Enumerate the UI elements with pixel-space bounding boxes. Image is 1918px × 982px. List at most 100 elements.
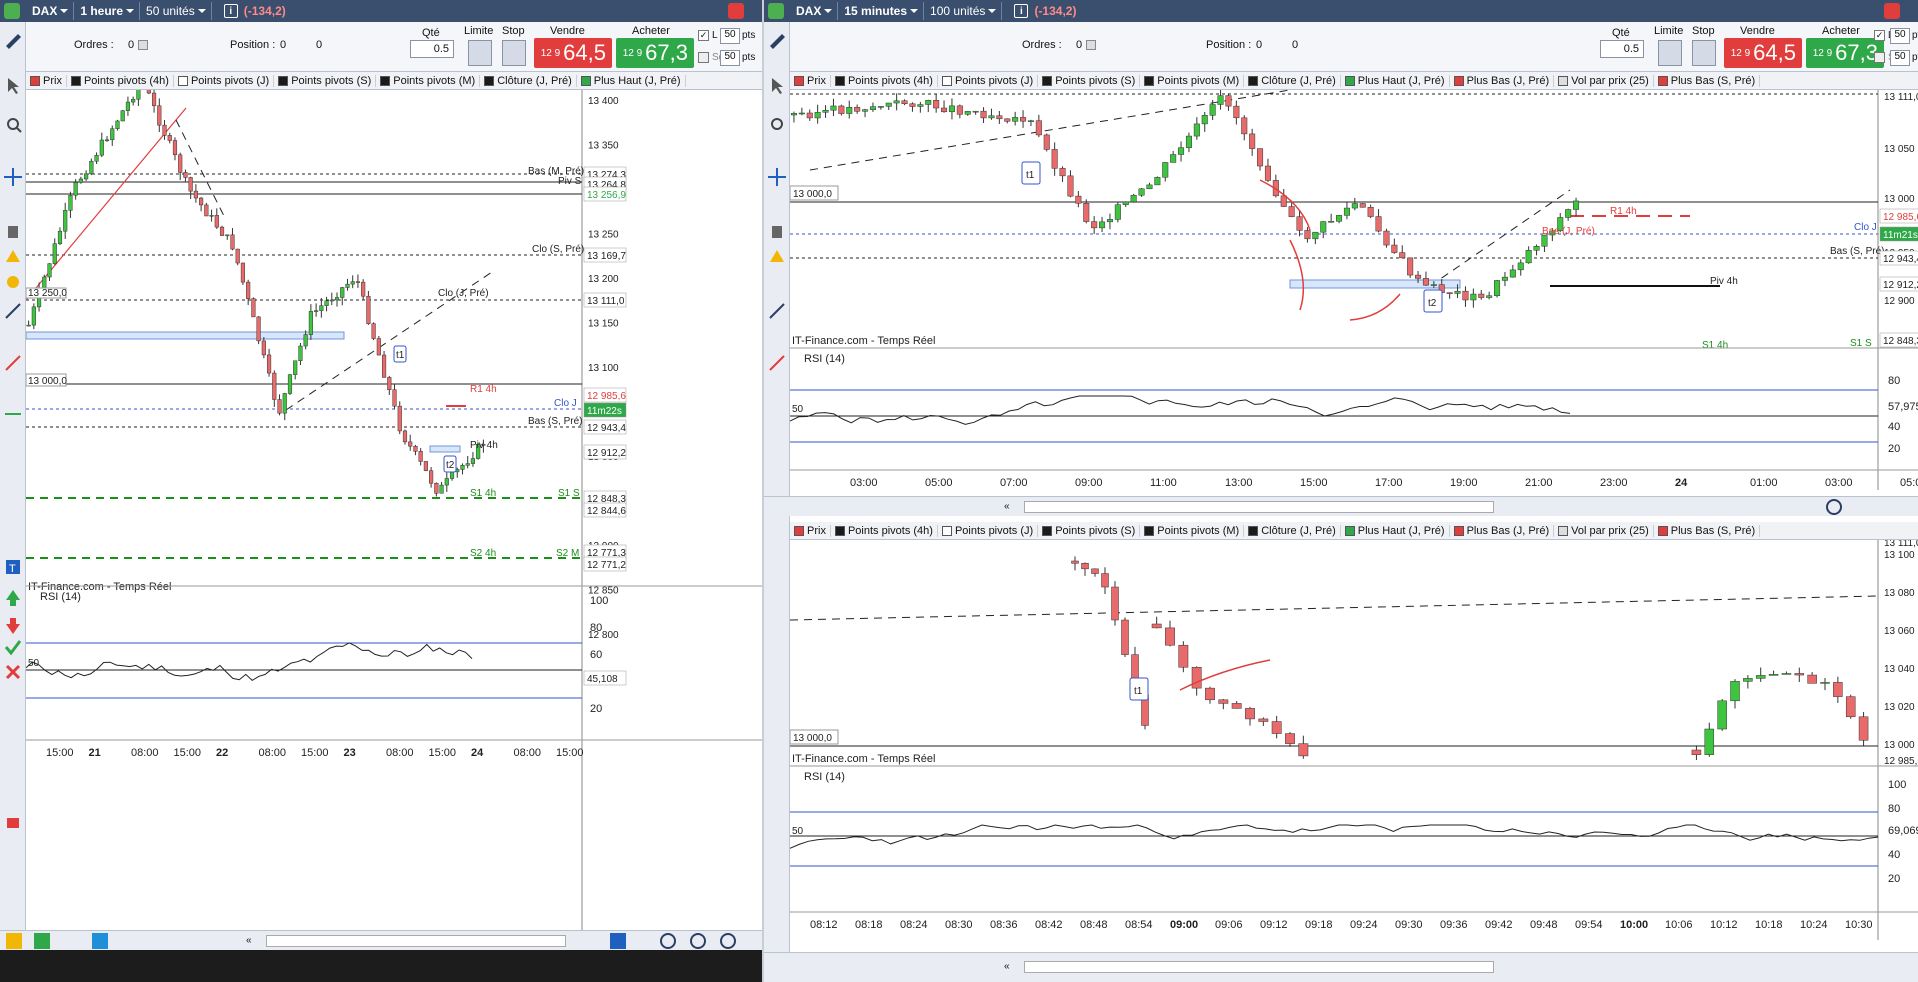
right-indicator-item[interactable]: Plus Haut (J, Pré) [1341, 524, 1450, 537]
right-pencil-icon[interactable] [770, 34, 785, 49]
indicator-color-icon [70, 75, 81, 86]
sg-checkbox[interactable] [698, 52, 709, 63]
right-indicator-item[interactable]: Plus Bas (J, Pré) [1450, 524, 1555, 537]
magnet-icon[interactable] [7, 818, 19, 828]
check-icon[interactable] [4, 640, 22, 656]
left-zoom-out-icon[interactable] [690, 933, 706, 949]
sell-button[interactable]: 12 9 64,5 [534, 38, 612, 68]
right-time-tick: 13:00 [1225, 477, 1253, 489]
right-indicator-item[interactable]: Clôture (J, Pré) [1244, 74, 1341, 87]
move-icon[interactable] [4, 168, 22, 186]
left-indicator-item[interactable]: Prix [26, 74, 67, 87]
right-lower-scroll-left-icon[interactable]: « [1004, 961, 1010, 972]
right-indicator-item[interactable]: Plus Bas (J, Pré) [1450, 74, 1555, 87]
left-price-chart[interactable]: 13 40013 35013 30013 25013 20013 15013 1… [26, 90, 762, 960]
right-red-line-tool-icon[interactable] [769, 355, 785, 371]
right-sg-pts-input[interactable]: 50 [1890, 50, 1910, 66]
right-indicator-item[interactable]: Points pivots (J) [938, 74, 1039, 87]
right-instrument-select[interactable]: DAX [790, 2, 839, 20]
right-upper-price-chart[interactable]: 13 111,013 05013 00012 95012 900R1 4hBas… [790, 90, 1918, 500]
right-indicator-item[interactable]: Points pivots (4h) [831, 524, 938, 537]
orders-icon[interactable] [138, 40, 148, 51]
right-indicator-item[interactable]: Points pivots (S) [1038, 524, 1141, 537]
left-indicator-item[interactable]: Plus Haut (J, Pré) [577, 74, 686, 87]
scroll-left-icon[interactable]: « [246, 935, 252, 946]
left-indicator-item[interactable]: Clôture (J, Pré) [480, 74, 577, 87]
right-indicator-item[interactable]: Points pivots (4h) [831, 74, 938, 87]
l-pts-input[interactable]: 50 [720, 28, 740, 44]
right-zoom-in-icon[interactable] [1826, 499, 1842, 515]
right-indicator-item[interactable]: Vol par prix (25) [1554, 74, 1654, 87]
right-trash-icon[interactable] [772, 226, 782, 238]
right-timeframe-select[interactable]: 15 minutes [838, 2, 925, 20]
right-indicator-item[interactable]: Plus Bas (S, Pré) [1654, 74, 1761, 87]
left-indicator-item[interactable]: Points pivots (J) [174, 74, 275, 87]
right-indicator-item[interactable]: Points pivots (J) [938, 524, 1039, 537]
right-buy-button[interactable]: 12 9 67,3 [1806, 38, 1884, 68]
line-tool-icon[interactable] [5, 303, 21, 319]
text-tool-icon[interactable]: T [6, 560, 20, 575]
info-icon[interactable]: i [223, 4, 238, 18]
right-indicator-item[interactable]: Plus Bas (S, Pré) [1654, 524, 1761, 537]
right-cursor-icon[interactable] [772, 78, 783, 94]
left-time-scrollbar[interactable] [266, 935, 566, 947]
right-orders-icon[interactable] [1086, 40, 1096, 51]
qty-input[interactable]: 0.5 [410, 40, 454, 58]
cross-icon[interactable] [5, 664, 21, 680]
right-scroll-left-icon[interactable]: « [1004, 501, 1010, 512]
timeframe-select[interactable]: 1 heure [74, 2, 141, 20]
right-indicator-item[interactable]: Prix [790, 524, 831, 537]
lower-time-tick: 09:24 [1350, 919, 1378, 931]
up-arrow-icon[interactable] [6, 590, 20, 606]
right-stop-button[interactable] [1692, 40, 1716, 66]
limit-button[interactable] [468, 40, 492, 66]
stop-button[interactable] [502, 40, 526, 66]
left-zoom-icon[interactable] [660, 933, 676, 949]
right-info-icon[interactable]: i [1014, 4, 1029, 18]
right-indicator-item[interactable]: Points pivots (M) [1140, 524, 1245, 537]
left-zoom-in-icon[interactable] [720, 933, 736, 949]
left-indicator-item[interactable]: Points pivots (4h) [67, 74, 174, 87]
right-indicator-item[interactable]: Points pivots (S) [1038, 74, 1141, 87]
red-line-tool-icon[interactable] [5, 355, 21, 371]
right-alert-icon[interactable] [770, 250, 784, 262]
right-units-select[interactable]: 100 unités [924, 2, 1003, 20]
right-lower-price-chart[interactable]: 13 111,013 100 13 080 13 060 13 040 13 020 13… [790, 540, 1918, 950]
right-indicator-item[interactable]: Plus Haut (J, Pré) [1341, 74, 1450, 87]
units-select[interactable]: 50 unités [140, 2, 212, 20]
right-indicator-item[interactable]: Points pivots (M) [1140, 74, 1245, 87]
right-line-tool-icon[interactable] [769, 303, 785, 319]
l-checkbox[interactable]: ✓ [698, 30, 709, 41]
pencil-icon[interactable] [6, 34, 21, 49]
left-chart-type-icon[interactable] [34, 933, 50, 949]
right-l-pts-input[interactable]: 50 [1890, 28, 1910, 44]
bell-icon[interactable] [7, 276, 19, 288]
right-indicator-item[interactable]: Prix [790, 74, 831, 87]
right-zoom-icon[interactable] [771, 118, 783, 130]
right-qty-input[interactable]: 0.5 [1600, 40, 1644, 58]
right-limit-button[interactable] [1658, 40, 1682, 66]
right-indicator-item[interactable]: Vol par prix (25) [1554, 524, 1654, 537]
alert-icon[interactable] [6, 250, 20, 262]
right-refresh-icon[interactable] [1884, 3, 1900, 19]
right-time-scrollbar[interactable] [1024, 501, 1494, 513]
left-pencil-tool-icon[interactable] [6, 933, 22, 949]
left-share-icon[interactable] [92, 933, 108, 949]
right-move-icon[interactable] [768, 168, 786, 186]
buy-button[interactable]: 12 9 67,3 [616, 38, 694, 68]
refresh-icon[interactable] [728, 3, 744, 19]
right-indicator-item[interactable]: Clôture (J, Pré) [1244, 524, 1341, 537]
left-indicator-item[interactable]: Points pivots (M) [376, 74, 481, 87]
zoom-icon[interactable] [7, 118, 22, 133]
trash-icon[interactable] [8, 226, 18, 238]
right-sell-button[interactable]: 12 9 64,5 [1724, 38, 1802, 68]
sg-pts-input[interactable]: 50 [720, 50, 740, 66]
right-sg-checkbox[interactable] [1874, 52, 1885, 63]
right-lower-time-scrollbar[interactable] [1024, 961, 1494, 973]
cursor-icon[interactable] [8, 78, 19, 94]
instrument-select[interactable]: DAX [26, 2, 75, 20]
left-indicator-item[interactable]: Points pivots (S) [274, 74, 377, 87]
right-l-checkbox[interactable]: ✓ [1874, 30, 1885, 41]
left-undo-icon[interactable] [610, 933, 626, 949]
down-arrow-icon[interactable] [6, 618, 20, 634]
